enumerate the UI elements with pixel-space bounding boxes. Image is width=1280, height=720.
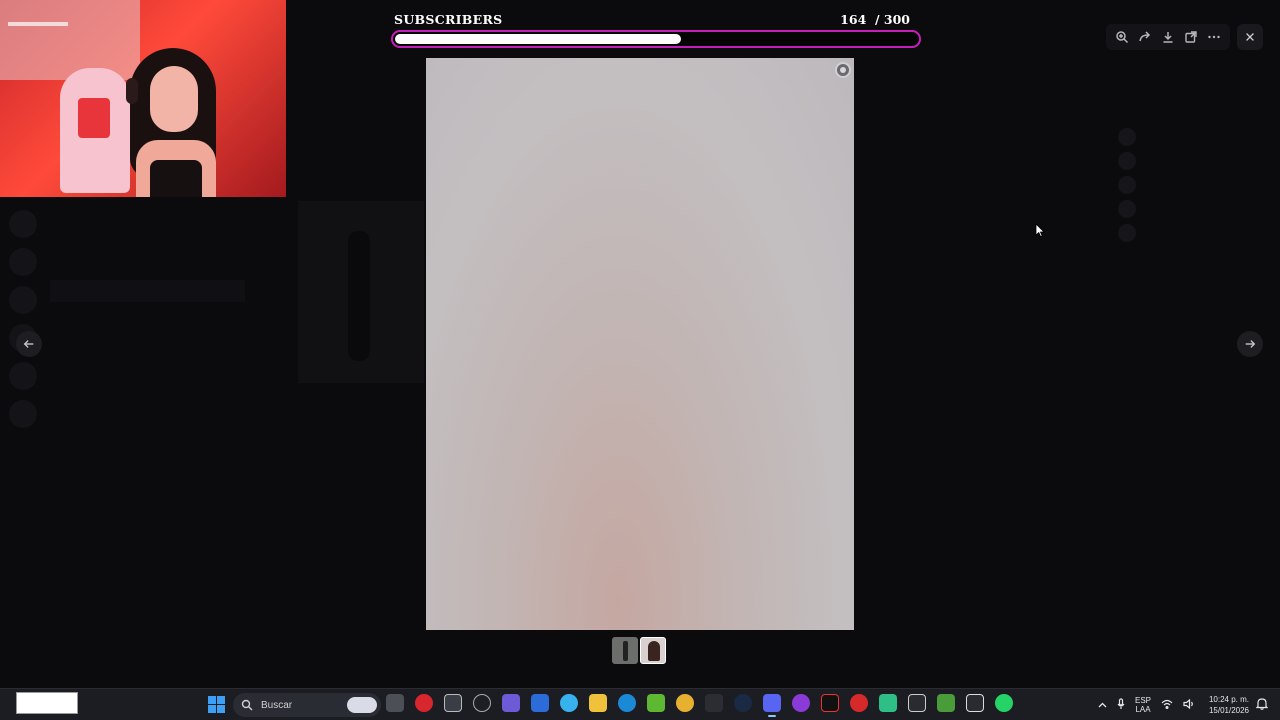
store-icon[interactable] xyxy=(531,694,549,712)
record-icon xyxy=(835,62,851,78)
chrome-icon[interactable] xyxy=(676,694,694,712)
chevron-up-icon[interactable] xyxy=(1098,701,1107,710)
notification-bell-icon[interactable] xyxy=(1255,697,1270,711)
zoom-in-icon[interactable] xyxy=(1110,26,1133,48)
minecraft-icon[interactable] xyxy=(937,694,955,712)
goal-progress-bar xyxy=(391,30,921,48)
lang-line2: LAA xyxy=(1135,705,1151,714)
channel-list xyxy=(50,200,245,670)
next-button[interactable] xyxy=(1237,331,1263,357)
system-tray: ESP LAA xyxy=(1098,693,1195,717)
arrow-right-icon xyxy=(1245,340,1256,348)
goal-progress-fill xyxy=(395,34,681,44)
edge-icon[interactable] xyxy=(618,694,636,712)
language-indicator[interactable]: ESP LAA xyxy=(1135,696,1151,714)
wifi-icon[interactable] xyxy=(1161,699,1173,711)
goal-current: 164 xyxy=(840,12,867,27)
whatsapp-icon[interactable] xyxy=(995,694,1013,712)
thumbnail-strip xyxy=(612,637,666,664)
goal-label: SUBSCRIBERS xyxy=(394,12,503,27)
forward-icon[interactable] xyxy=(1133,26,1156,48)
windows-start-icon[interactable] xyxy=(208,696,225,713)
taskbar: Buscar ESP LAA 10:24 p. m. 15/01/2026 xyxy=(0,688,1280,720)
member-list xyxy=(1110,60,1280,660)
more-icon[interactable] xyxy=(1203,26,1226,48)
goal-target: / 300 xyxy=(874,12,910,27)
task-view-icon[interactable] xyxy=(386,694,404,712)
server-list xyxy=(0,200,46,680)
discord-icon[interactable] xyxy=(763,694,781,717)
search-placeholder: Buscar xyxy=(261,699,293,711)
tiktok-icon[interactable] xyxy=(821,694,839,712)
microphone-icon[interactable] xyxy=(1117,698,1125,712)
taskbar-apps xyxy=(386,694,1013,717)
clock-date: 15/01/2026 xyxy=(1208,706,1250,715)
lang-line1: ESP xyxy=(1135,696,1152,705)
chat-image xyxy=(298,201,424,383)
main-image[interactable] xyxy=(426,58,854,630)
previous-button[interactable] xyxy=(16,331,42,357)
app-red2-icon[interactable] xyxy=(850,694,868,712)
volume-icon[interactable] xyxy=(1183,698,1195,711)
thumbnail-1[interactable] xyxy=(612,637,638,664)
calendar-icon[interactable] xyxy=(444,694,462,712)
app-circle-icon[interactable] xyxy=(473,694,491,712)
steam-icon[interactable] xyxy=(734,694,752,712)
taskbar-search[interactable]: Buscar xyxy=(233,693,381,717)
file-explorer-icon[interactable] xyxy=(589,694,607,712)
capcut-icon[interactable] xyxy=(908,694,926,712)
copilot-icon[interactable] xyxy=(560,694,578,712)
search-highlight-icon xyxy=(347,697,377,713)
app-red-icon[interactable] xyxy=(415,694,433,712)
nvidia-icon[interactable] xyxy=(647,694,665,712)
search-icon xyxy=(241,699,253,711)
clock-time: 10:24 p. m. xyxy=(1208,695,1250,704)
webcam-overlay xyxy=(0,0,286,197)
user-widget[interactable] xyxy=(16,692,78,714)
open-external-icon[interactable] xyxy=(1180,26,1203,48)
app-purple-icon[interactable] xyxy=(792,694,810,712)
close-icon[interactable] xyxy=(1237,24,1263,50)
epic-games-icon[interactable] xyxy=(705,694,723,712)
thumbnail-2[interactable] xyxy=(640,637,666,664)
teams-icon[interactable] xyxy=(502,694,520,712)
notion-icon[interactable] xyxy=(966,694,984,712)
viewer-toolbar xyxy=(1106,24,1230,50)
app-green-icon[interactable] xyxy=(879,694,897,712)
goal-count: 164 / 300 xyxy=(840,12,910,27)
subscriber-goal: SUBSCRIBERS 164 / 300 xyxy=(390,10,922,50)
clock[interactable]: 10:24 p. m. 15/01/2026 xyxy=(1204,694,1254,716)
arrow-left-icon xyxy=(23,340,34,348)
screen: SUBSCRIBERS 164 / 300 Buscar ESP LAA 10:… xyxy=(0,0,1280,720)
download-icon[interactable] xyxy=(1156,26,1179,48)
